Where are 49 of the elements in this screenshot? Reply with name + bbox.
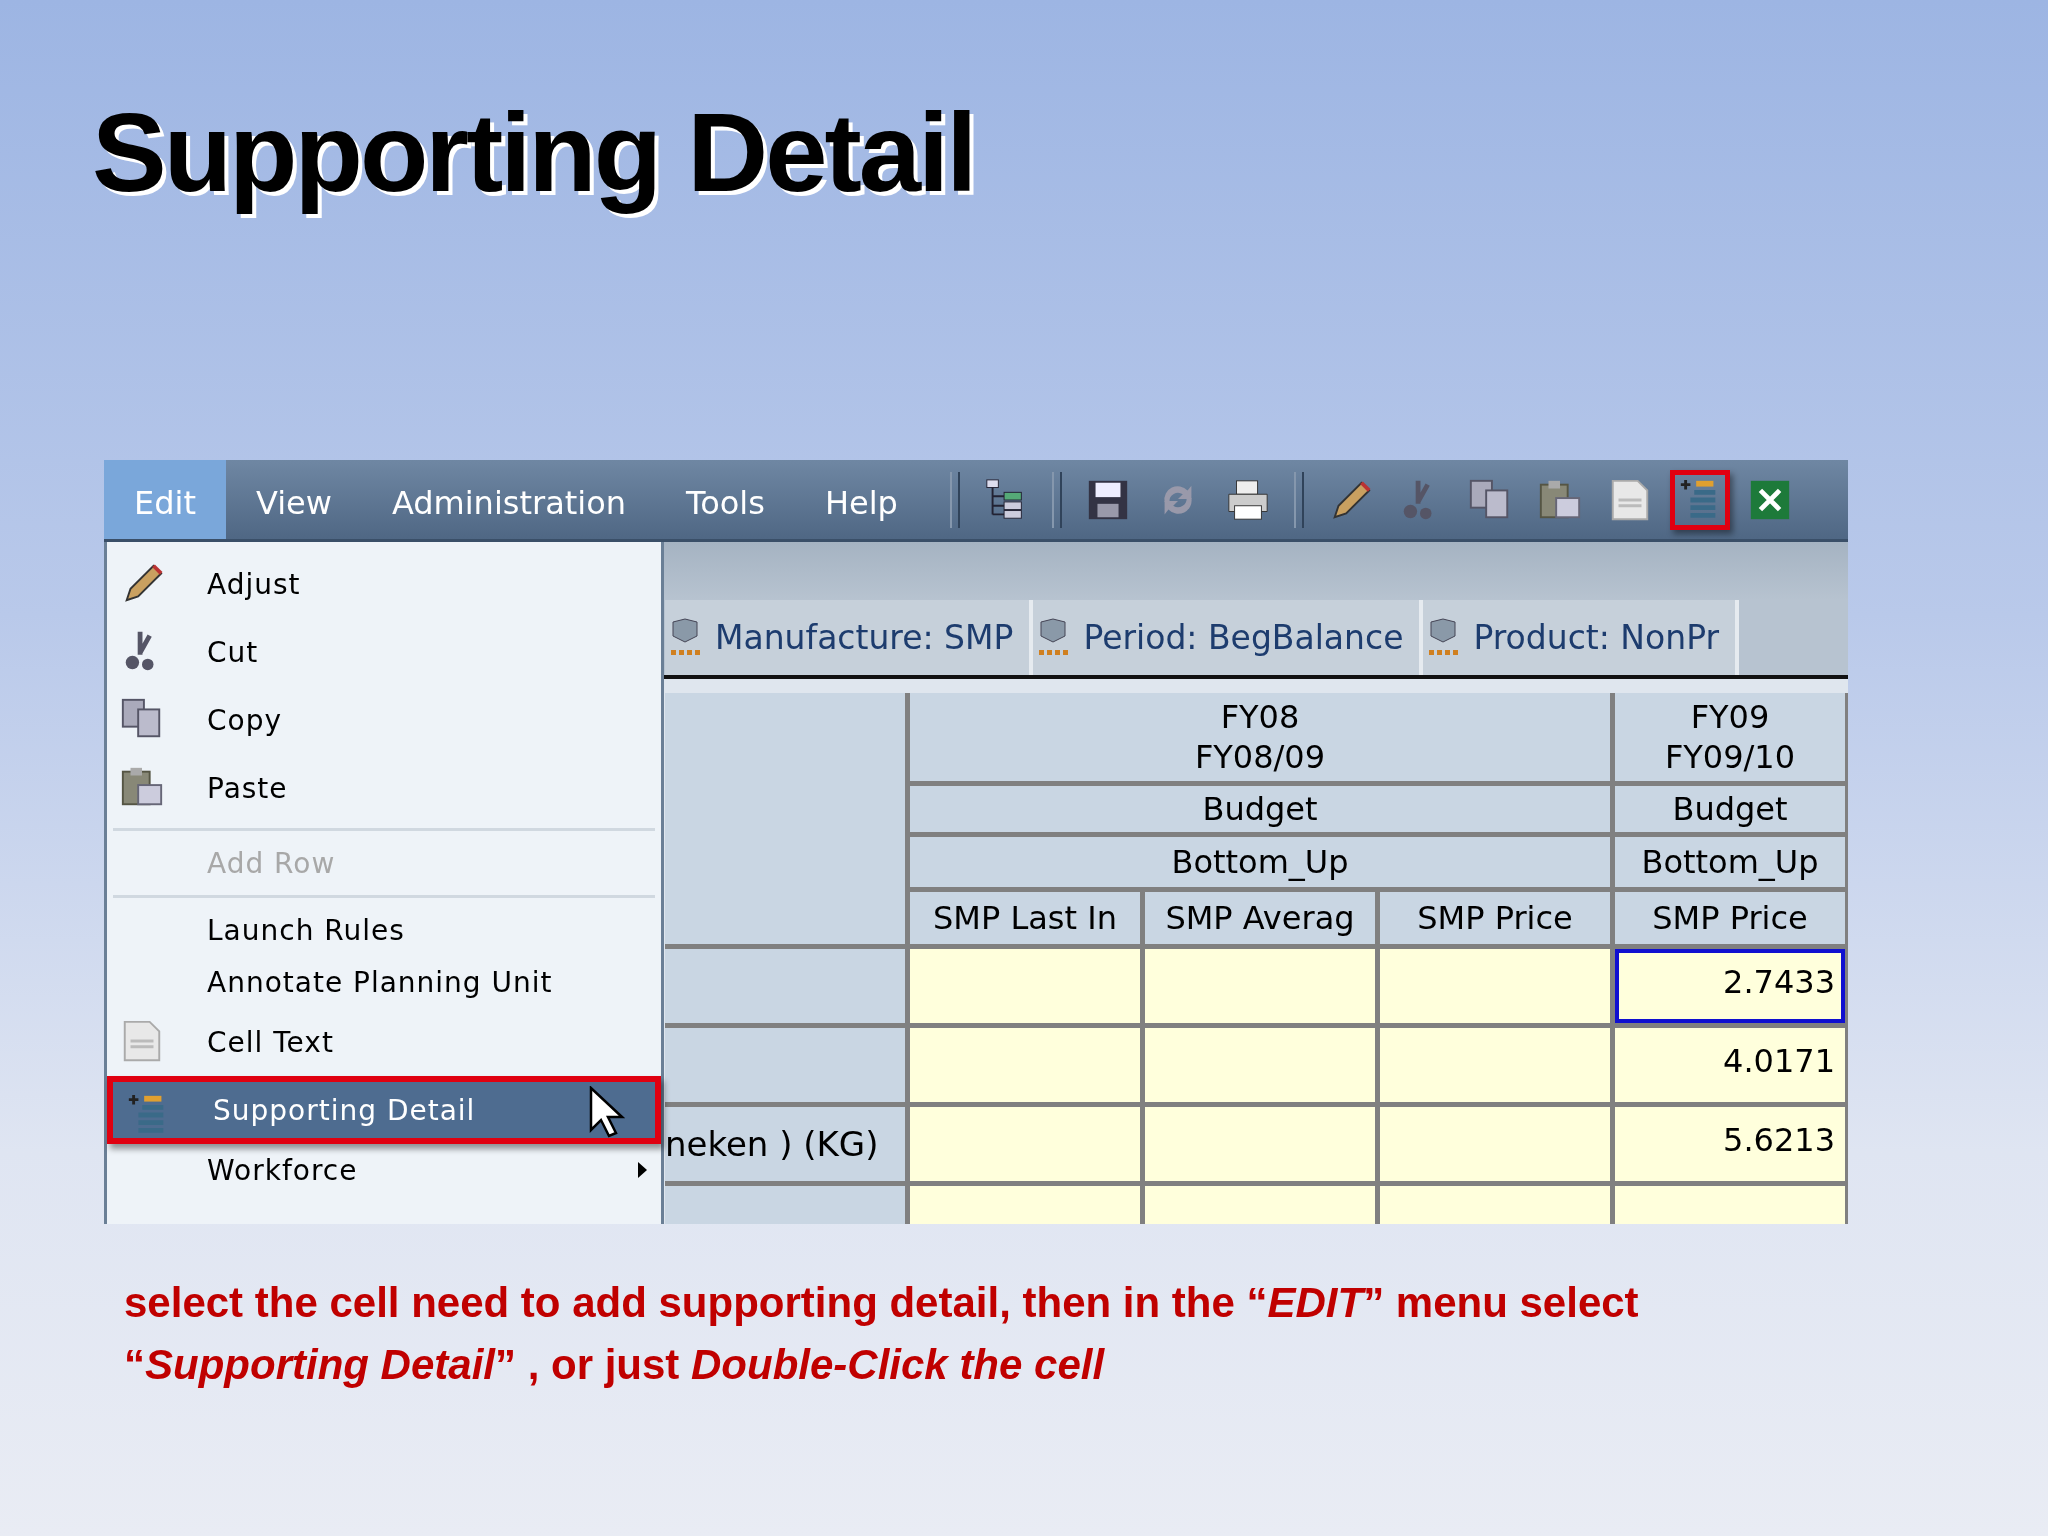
column-header: SMP Price — [1380, 892, 1610, 944]
menu-tab[interactable]: Help — [794, 460, 928, 539]
column-header: Bottom_Up — [1615, 837, 1845, 887]
menu-item[interactable]: Adjust — [107, 550, 661, 618]
data-cell[interactable]: 5.6213 — [1615, 1107, 1845, 1181]
data-cell[interactable] — [1380, 1028, 1610, 1102]
data-cell[interactable] — [910, 1107, 1140, 1181]
dimension-label: Period: BegBalance — [1083, 618, 1404, 657]
data-cell[interactable] — [1145, 1028, 1375, 1102]
menu-item[interactable]: Workforce — [107, 1144, 661, 1196]
dimension-label: Manufacture: SMP — [715, 618, 1014, 657]
column-header: Budget — [1615, 786, 1845, 832]
menu-item[interactable]: Cell Text — [107, 1008, 661, 1076]
menu-item[interactable]: Annotate Planning Unit — [107, 956, 661, 1008]
data-cell[interactable] — [1380, 1107, 1610, 1181]
data-cell[interactable] — [910, 1028, 1140, 1102]
mouse-pointer-icon — [589, 1086, 625, 1138]
data-cell[interactable] — [1380, 949, 1610, 1023]
toolbar-separator — [1051, 471, 1062, 528]
menu-item[interactable]: Paste — [107, 754, 661, 822]
submenu-arrow-icon — [638, 1162, 647, 1178]
dimension-selector[interactable]: Period: BegBalance — [1033, 600, 1424, 675]
slide-title: Supporting Detail — [92, 89, 975, 217]
data-cell[interactable]: 2.7433 — [1615, 949, 1845, 1023]
toolbar-separator — [1293, 471, 1304, 528]
dimension-selector[interactable]: Manufacture: SMP — [665, 600, 1034, 675]
menu-tab[interactable]: Administration — [361, 460, 657, 539]
data-cell[interactable] — [910, 949, 1140, 1023]
menu-tab[interactable]: View — [225, 460, 362, 539]
column-header: FY09 FY09/10 — [1615, 693, 1845, 781]
menu-tab[interactable]: Tools — [656, 460, 795, 539]
toolbar-separator — [949, 471, 960, 528]
dimension-label: Product: NonPr — [1473, 618, 1720, 657]
data-cell[interactable]: 4.0171 — [1615, 1028, 1845, 1102]
column-header: FY08 FY08/09 — [910, 693, 1610, 781]
column-header: SMP Price — [1615, 892, 1845, 944]
menu-item[interactable]: Copy — [107, 686, 661, 754]
instruction-text: select the cell need to add supporting detail, then in the “EDIT” menu select “Supporting Detail” , or just Double-Click the cell — [124, 1278, 1640, 1390]
column-header: SMP Last In — [910, 892, 1140, 944]
data-cell[interactable] — [1145, 1107, 1375, 1181]
column-header: Budget — [910, 786, 1610, 832]
column-header: Bottom_Up — [910, 837, 1610, 887]
menu-item[interactable]: Launch Rules — [107, 904, 661, 956]
menu-item[interactable]: Supporting Detail — [107, 1076, 661, 1144]
dimension-selector[interactable]: Product: NonPr — [1423, 600, 1740, 675]
row-header: neken ) (KG) — [665, 1107, 905, 1181]
data-cell[interactable] — [1145, 949, 1375, 1023]
menu-item[interactable]: Cut — [107, 618, 661, 686]
column-header: SMP Averag — [1145, 892, 1375, 944]
